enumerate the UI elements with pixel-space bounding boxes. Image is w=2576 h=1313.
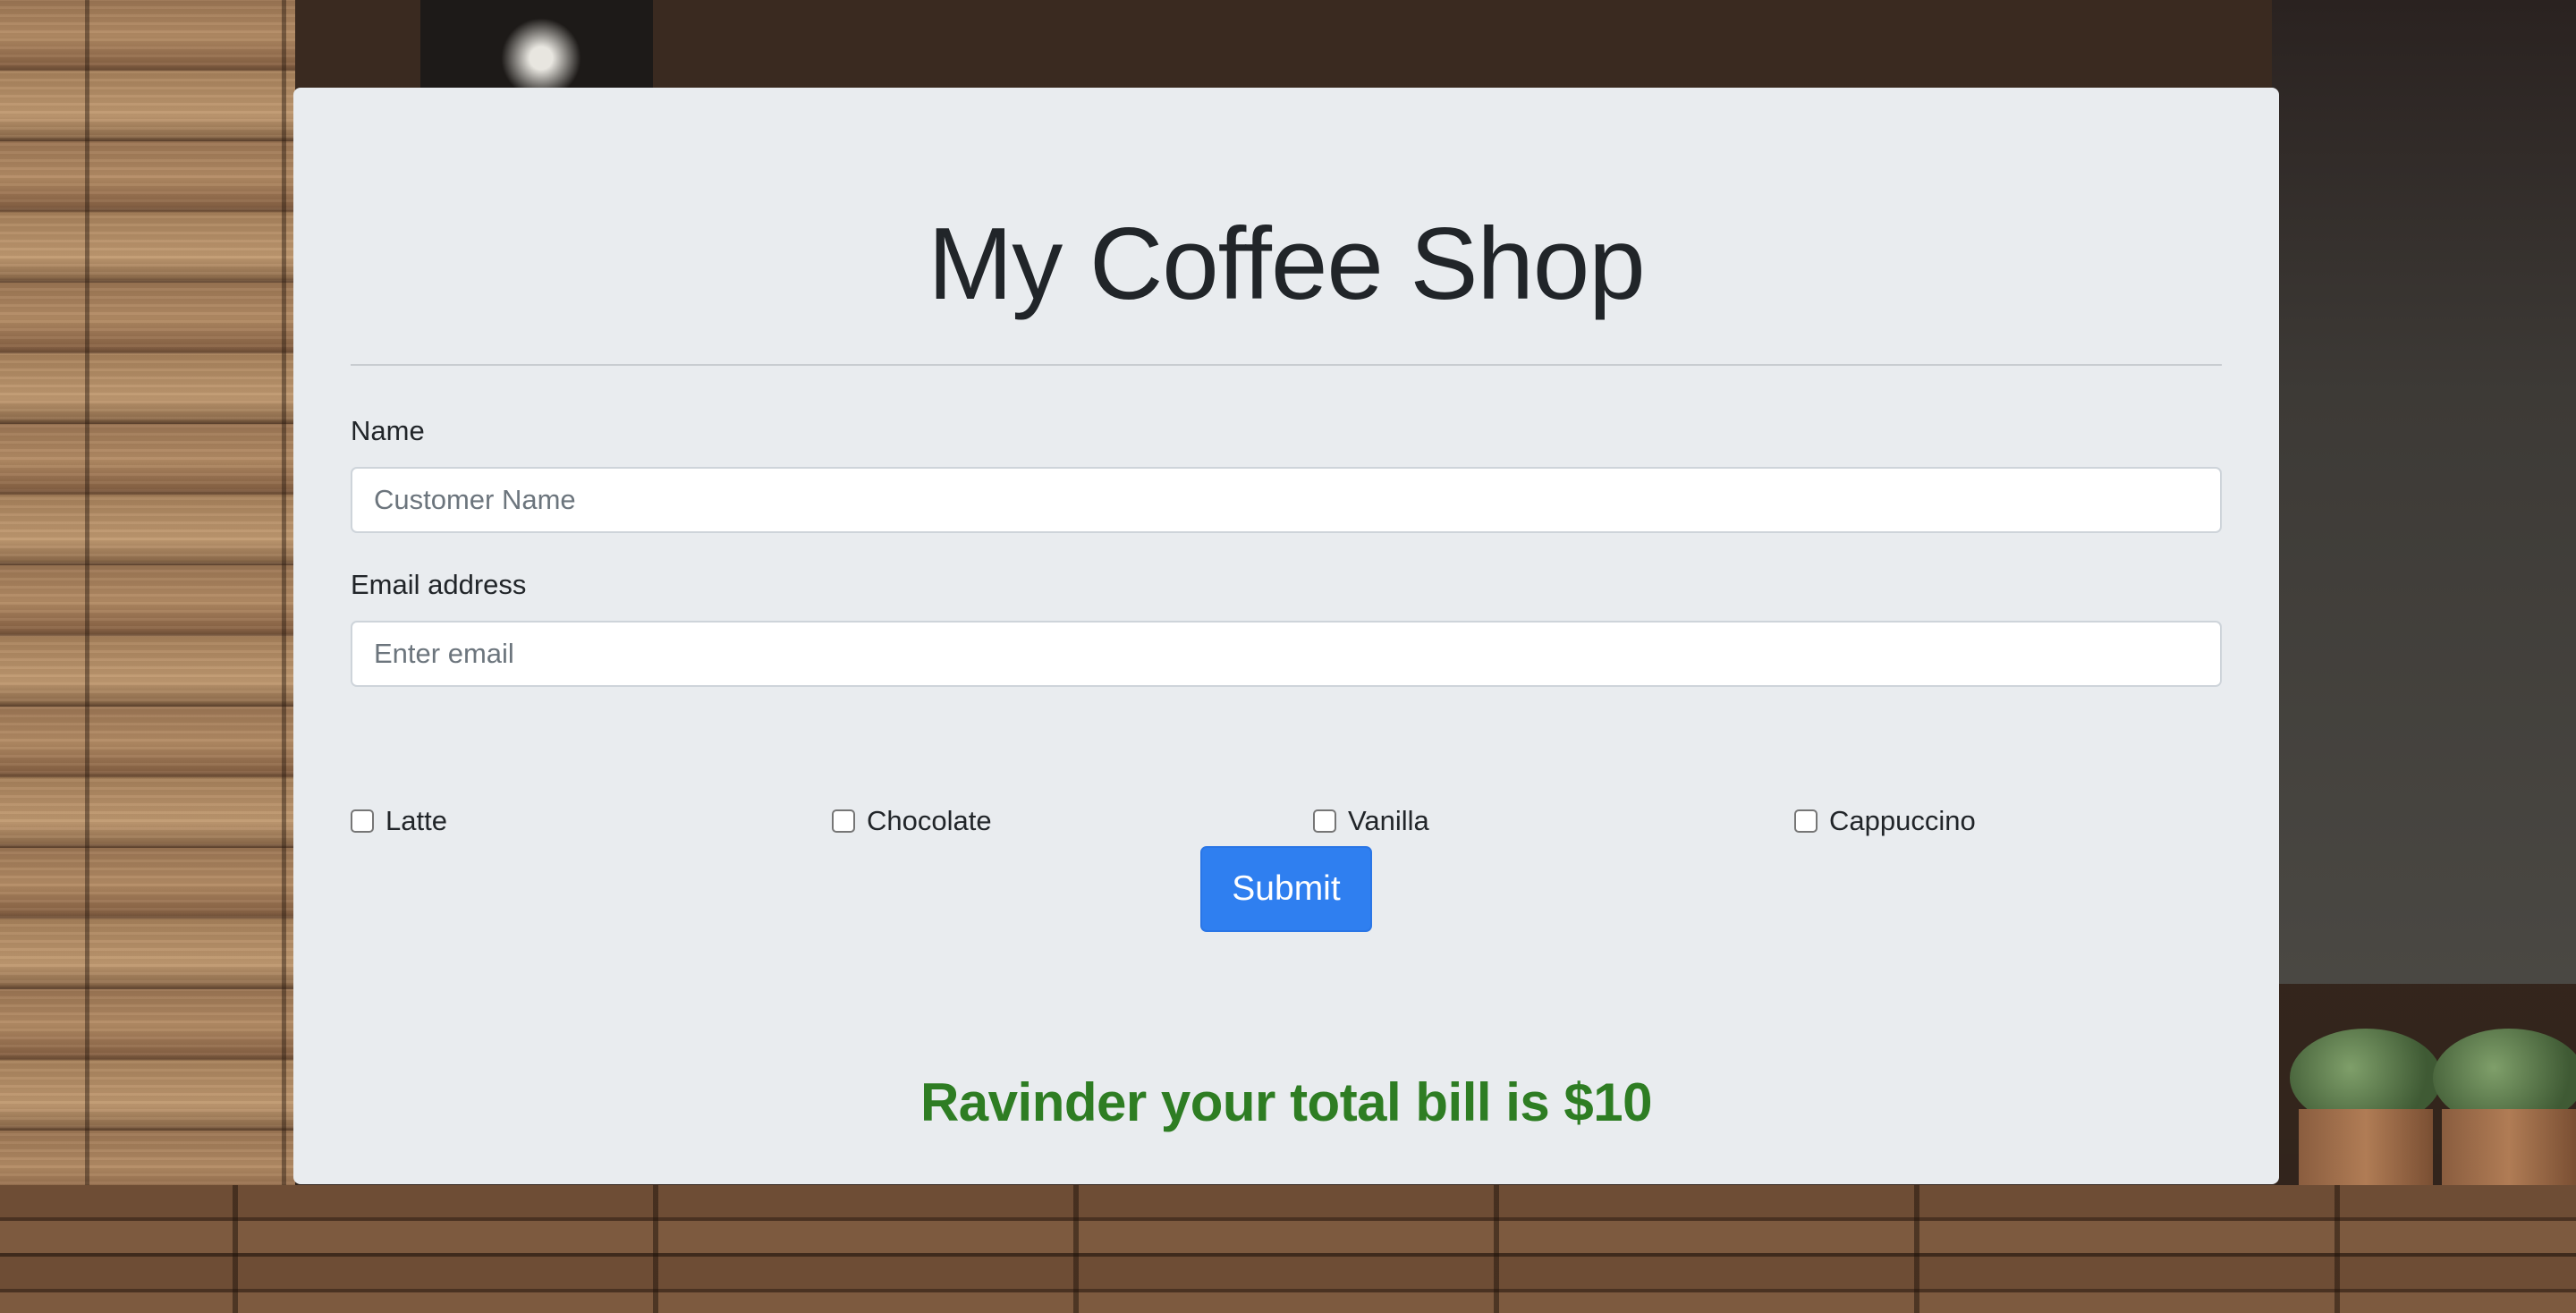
latte-label: Latte (386, 805, 447, 836)
email-input[interactable] (351, 621, 2222, 687)
page-title: My Coffee Shop (928, 208, 1645, 321)
back-wall-right (2272, 0, 2576, 984)
wood-wall-bottom (0, 1185, 2576, 1313)
option-vanilla[interactable]: Vanilla (1313, 805, 1429, 837)
email-label: Email address (351, 569, 527, 600)
chocolate-checkbox[interactable] (832, 809, 855, 833)
wall-picture (420, 0, 653, 98)
wood-wall-left (0, 0, 295, 1313)
option-cappuccino[interactable]: Cappuccino (1794, 805, 1976, 837)
option-latte[interactable]: Latte (351, 805, 447, 837)
vanilla-label: Vanilla (1348, 805, 1429, 836)
option-chocolate[interactable]: Chocolate (832, 805, 992, 837)
latte-checkbox[interactable] (351, 809, 374, 833)
chocolate-label: Chocolate (867, 805, 992, 836)
submit-button[interactable]: Submit (1200, 846, 1372, 932)
name-input[interactable] (351, 467, 2222, 533)
title-divider (351, 364, 2222, 366)
vanilla-checkbox[interactable] (1313, 809, 1336, 833)
total-bill-message: Ravinder your total bill is $10 (919, 1072, 1653, 1132)
name-label: Name (351, 415, 425, 446)
order-form-card: My Coffee Shop Name Email address Latte … (293, 88, 2279, 1184)
drink-options: Latte Chocolate Vanilla Cappuccino (351, 805, 2275, 841)
cappuccino-checkbox[interactable] (1794, 809, 1818, 833)
cappuccino-label: Cappuccino (1829, 805, 1976, 836)
